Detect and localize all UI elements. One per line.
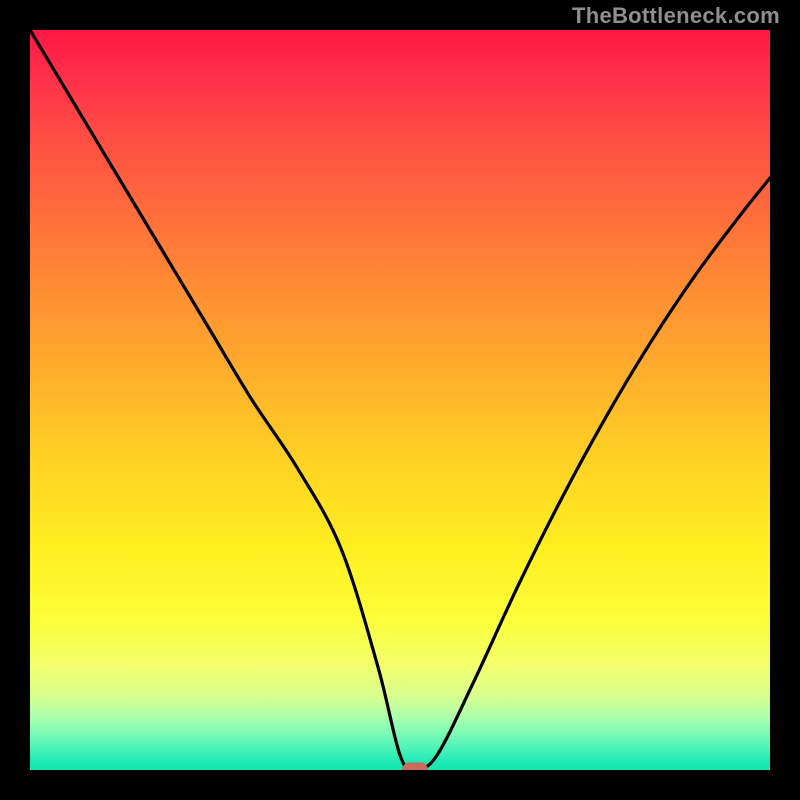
chart-frame: TheBottleneck.com bbox=[0, 0, 800, 800]
watermark-text: TheBottleneck.com bbox=[572, 3, 780, 29]
plot-area bbox=[30, 30, 770, 770]
bottleneck-curve bbox=[30, 30, 770, 770]
optimal-point-marker bbox=[402, 763, 428, 771]
